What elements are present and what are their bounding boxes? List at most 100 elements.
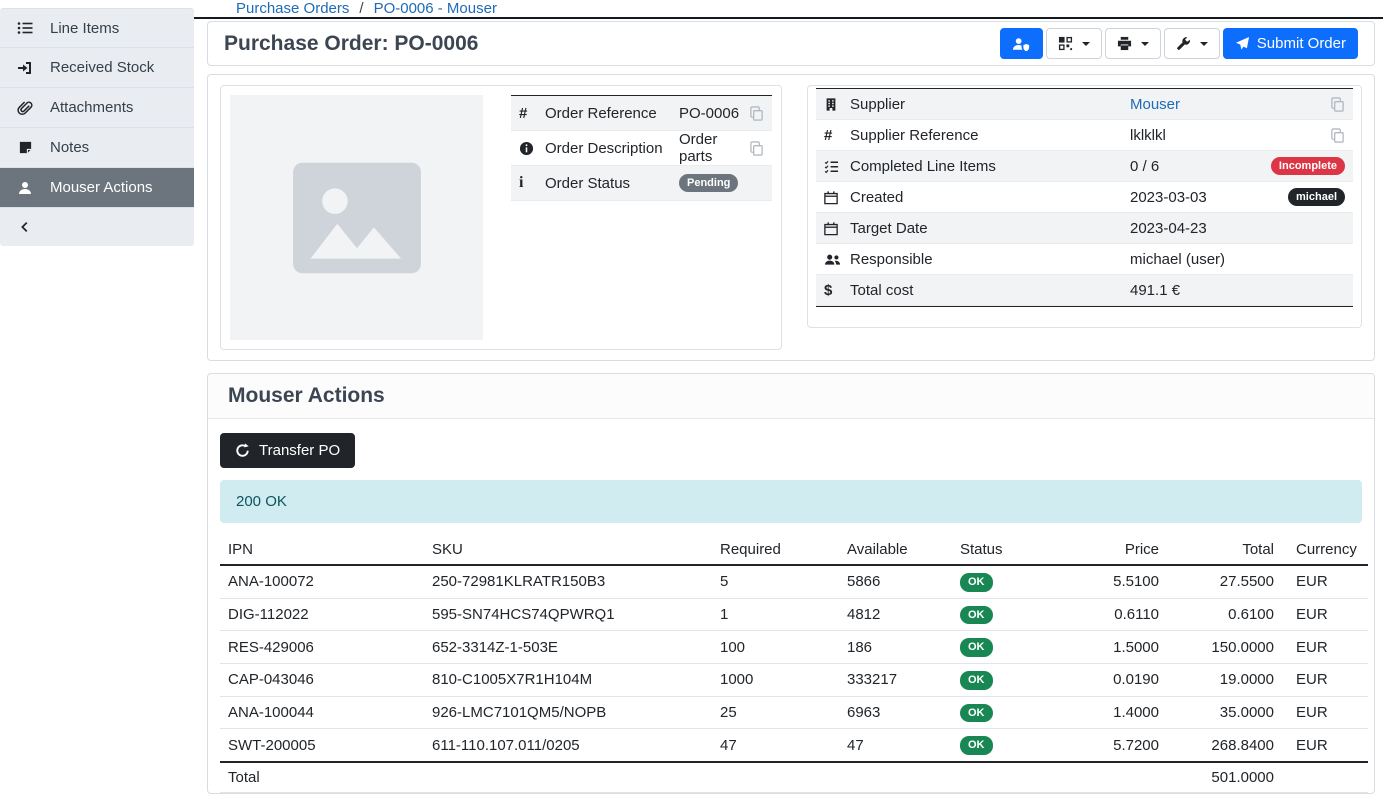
admin-user-button[interactable]: [1000, 28, 1043, 59]
status-ok-badge: OK: [960, 704, 993, 723]
cell-currency: EUR: [1282, 664, 1368, 697]
order-status-badge: Pending: [679, 174, 738, 193]
sidebar-item-received-stock[interactable]: Received Stock: [0, 48, 194, 88]
print-actions-button[interactable]: [1105, 28, 1161, 59]
sidebar-item-notes[interactable]: Notes: [0, 128, 194, 168]
cell-ipn: ANA-100044: [220, 696, 424, 729]
status-ok-badge: OK: [960, 606, 993, 625]
parts-table-header-row: IPN SKU Required Available Status Price …: [220, 535, 1368, 565]
cell-sku: 810-C1005X7R1H104M: [424, 664, 712, 697]
printer-icon: [1117, 36, 1132, 51]
cell-sku: 611-110.107.011/0205: [424, 729, 712, 762]
cell-sku: 652-3314Z-1-503E: [424, 631, 712, 664]
detail-label: Created: [850, 189, 1130, 206]
status-alert: 200 OK: [220, 480, 1362, 523]
cell-available: 5866: [839, 565, 952, 598]
order-details-panel: # Order Reference PO-0006 Order Descri: [207, 74, 1375, 361]
cell-available: 6963: [839, 696, 952, 729]
breadcrumb: Purchase Orders / PO-0006 - Mouser: [194, 0, 1383, 19]
paper-plane-icon: [1235, 36, 1250, 51]
sidebar: Line Items Received Stock Attachments No…: [0, 0, 194, 794]
copy-icon[interactable]: [749, 141, 764, 156]
order-image-placeholder[interactable]: [230, 95, 483, 340]
cell-total: 27.5500: [1167, 565, 1282, 598]
transfer-po-button[interactable]: Transfer PO: [220, 433, 355, 468]
chevron-down-icon: [1200, 42, 1208, 46]
cell-ipn: SWT-200005: [220, 729, 424, 762]
detail-label: Order Description: [545, 140, 679, 157]
dollar-icon: $: [824, 282, 850, 299]
cell-price: 5.7200: [1047, 729, 1167, 762]
cell-price: 1.5000: [1047, 631, 1167, 664]
parts-table-row: CAP-043046 810-C1005X7R1H104M 1000 33321…: [220, 664, 1368, 697]
status-ok-badge: OK: [960, 671, 993, 690]
cell-total: 0.6100: [1167, 598, 1282, 631]
order-info-table: # Order Reference PO-0006 Order Descri: [511, 95, 772, 201]
main-content: Purchase Orders / PO-0006 - Mouser Purch…: [194, 0, 1383, 794]
detail-row-total-cost: $ Total cost 491.1 €: [816, 275, 1353, 306]
parts-table-row: ANA-100044 926-LMC7101QM5/NOPB 25 6963 O…: [220, 696, 1368, 729]
detail-value: 2023-04-23: [1130, 220, 1207, 237]
user-badge: michael: [1288, 188, 1345, 207]
chevron-down-icon: [1141, 42, 1149, 46]
sidebar-item-label: Received Stock: [50, 59, 154, 76]
parts-table-row: DIG-112022 595-SN74HCS74QPWRQ1 1 4812 OK…: [220, 598, 1368, 631]
cell-price: 1.4000: [1047, 696, 1167, 729]
cell-total: 268.8400: [1167, 729, 1282, 762]
note-icon: [16, 140, 34, 155]
parts-table: IPN SKU Required Available Status Price …: [220, 535, 1368, 793]
sidebar-item-line-items[interactable]: Line Items: [0, 8, 194, 48]
cell-total: 19.0000: [1167, 664, 1282, 697]
sign-in-icon: [16, 60, 34, 76]
copy-icon[interactable]: [1330, 128, 1345, 143]
cell-required: 1000: [712, 664, 839, 697]
cell-available: 186: [839, 631, 952, 664]
parts-table-row: RES-429006 652-3314Z-1-503E 100 186 OK 1…: [220, 631, 1368, 664]
detail-row-responsible: Responsible michael (user): [816, 244, 1353, 275]
user-shield-icon: [1012, 36, 1031, 52]
column-header-currency: Currency: [1282, 535, 1368, 565]
column-header-total: Total: [1167, 535, 1282, 565]
detail-row-supplier: Supplier Mouser: [816, 89, 1353, 120]
detail-row-order-reference: # Order Reference PO-0006: [511, 96, 772, 131]
cell-available: 4812: [839, 598, 952, 631]
cell-price: 0.6110: [1047, 598, 1167, 631]
detail-label: Supplier Reference: [850, 127, 1130, 144]
header-toolbar: Submit Order: [1000, 28, 1358, 59]
copy-icon[interactable]: [749, 106, 764, 121]
calendar-icon: [824, 221, 850, 236]
submit-order-button[interactable]: Submit Order: [1223, 28, 1358, 59]
user-icon: [16, 180, 34, 196]
supplier-link[interactable]: Mouser: [1130, 96, 1180, 113]
supplier-info-table: Supplier Mouser # Supplier Reference lkl…: [816, 88, 1353, 307]
detail-label: Supplier: [850, 96, 1130, 113]
cell-total: 150.0000: [1167, 631, 1282, 664]
sidebar-item-attachments[interactable]: Attachments: [0, 88, 194, 128]
page-title: Purchase Order: PO-0006: [224, 32, 478, 56]
page-content: Purchase Order: PO-0006: [194, 19, 1383, 794]
detail-value: 491.1 €: [1130, 282, 1180, 299]
submit-order-label: Submit Order: [1257, 35, 1346, 52]
sidebar-item-mouser-actions[interactable]: Mouser Actions: [0, 168, 194, 208]
incomplete-badge: Incomplete: [1271, 157, 1345, 176]
detail-label: Order Reference: [545, 105, 679, 122]
sidebar-item-label: Line Items: [50, 20, 119, 37]
breadcrumb-purchase-orders[interactable]: Purchase Orders: [236, 0, 349, 17]
cell-required: 1: [712, 598, 839, 631]
chevron-left-icon: [16, 219, 34, 235]
cell-sku: 250-72981KLRATR150B3: [424, 565, 712, 598]
order-actions-button[interactable]: [1164, 28, 1220, 59]
sidebar-collapse-button[interactable]: [0, 208, 194, 246]
transfer-po-label: Transfer PO: [259, 442, 340, 459]
cell-price: 0.0190: [1047, 664, 1167, 697]
supplier-info-box: Supplier Mouser # Supplier Reference lkl…: [807, 85, 1362, 328]
detail-row-order-status: i Order Status Pending: [511, 166, 772, 201]
cell-currency: EUR: [1282, 729, 1368, 762]
breadcrumb-current-order[interactable]: PO-0006 - Mouser: [374, 0, 497, 17]
column-header-required: Required: [712, 535, 839, 565]
copy-icon[interactable]: [1330, 97, 1345, 112]
sidebar-item-label: Notes: [50, 139, 89, 156]
detail-row-supplier-reference: # Supplier Reference lklklkl: [816, 120, 1353, 151]
parts-table-row: SWT-200005 611-110.107.011/0205 47 47 OK…: [220, 729, 1368, 762]
barcode-actions-button[interactable]: [1046, 28, 1102, 59]
